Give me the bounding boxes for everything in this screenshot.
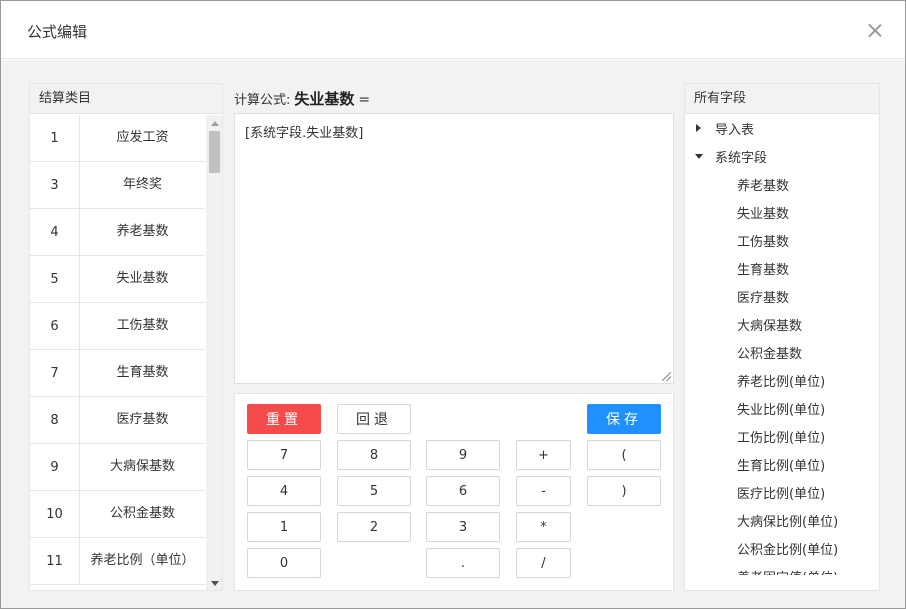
tree-group[interactable]: 导入表 bbox=[685, 114, 879, 142]
scrollbar-thumb[interactable] bbox=[209, 131, 220, 173]
tree-group[interactable]: 系统字段 bbox=[685, 142, 879, 170]
tree-leaf[interactable]: 养老固定值(单位) bbox=[685, 562, 879, 576]
row-name: 养老比例（单位） bbox=[90, 553, 195, 568]
caret-right-icon[interactable] bbox=[694, 123, 704, 133]
tree-leaf[interactable]: 工伤比例(单位) bbox=[685, 422, 879, 450]
table-row[interactable]: 3 年终奖 bbox=[30, 162, 205, 209]
reset-button[interactable]: 重置 bbox=[247, 404, 321, 434]
back-button[interactable]: 回退 bbox=[337, 404, 411, 434]
key-2[interactable]: 2 bbox=[337, 512, 411, 542]
key-0[interactable]: 0 bbox=[247, 548, 321, 578]
tree-leaf[interactable]: 公积金基数 bbox=[685, 338, 879, 366]
table-row[interactable]: 7 生育基数 bbox=[30, 350, 205, 397]
tree-leaf[interactable]: 大病保基数 bbox=[685, 310, 879, 338]
dialog-title: 公式编辑 bbox=[27, 23, 88, 41]
row-name: 养老基数 bbox=[116, 224, 169, 239]
close-icon[interactable] bbox=[863, 19, 887, 43]
keypad: 重置 回退 保存 7 8 9 + ( 4 5 6 - ) 1 2 3 * 0 .… bbox=[234, 393, 674, 591]
dialog-header: 公式编辑 bbox=[1, 1, 905, 59]
tree-leaf[interactable]: 养老比例(单位) bbox=[685, 366, 879, 394]
row-name: 失业基数 bbox=[116, 271, 169, 286]
row-number: 5 bbox=[30, 256, 80, 302]
row-name: 医疗基数 bbox=[116, 412, 169, 427]
table-row[interactable]: 4 养老基数 bbox=[30, 209, 205, 256]
key-dot[interactable]: . bbox=[426, 548, 500, 578]
table-row[interactable]: 10 公积金基数 bbox=[30, 491, 205, 538]
formula-edit-dialog: 公式编辑 结算类目 1 应发工资 3 年终奖 4 养老基数 5 失业基数 6 工伤基数 7 生育基数 8… bbox=[0, 0, 906, 609]
tree-leaf[interactable]: 医疗基数 bbox=[685, 282, 879, 310]
row-number: 8 bbox=[30, 397, 80, 443]
row-number: 7 bbox=[30, 350, 80, 396]
formula-label: 计算公式: 失业基数 = bbox=[234, 88, 370, 109]
fields-panel: 所有字段 导入表 系统字段 养老基数 失业基数 工伤基数 生育基数 医疗基数 大病保基数 公积金… bbox=[684, 83, 880, 591]
category-panel: 结算类目 1 应发工资 3 年终奖 4 养老基数 5 失业基数 6 工伤基数 7 生育基数 8 医疗基数 9… bbox=[29, 83, 223, 591]
tree-leaf[interactable]: 生育比例(单位) bbox=[685, 450, 879, 478]
formula-equals: = bbox=[358, 92, 371, 108]
scroll-down-icon[interactable] bbox=[211, 581, 219, 586]
table-row[interactable]: 5 失业基数 bbox=[30, 256, 205, 303]
key-8[interactable]: 8 bbox=[337, 440, 411, 470]
key-open-paren[interactable]: ( bbox=[587, 440, 661, 470]
row-name: 公积金基数 bbox=[109, 506, 175, 521]
table-row[interactable]: 9 大病保基数 bbox=[30, 444, 205, 491]
table-row[interactable]: 6 工伤基数 bbox=[30, 303, 205, 350]
key-1[interactable]: 1 bbox=[247, 512, 321, 542]
row-number: 11 bbox=[30, 538, 80, 584]
save-button[interactable]: 保存 bbox=[587, 404, 661, 434]
formula-value: [系统字段.失业基数] bbox=[245, 126, 364, 141]
formula-target: 失业基数 bbox=[294, 90, 355, 108]
row-name: 年终奖 bbox=[122, 177, 162, 192]
scroll-up-icon[interactable] bbox=[211, 121, 219, 126]
key-9[interactable]: 9 bbox=[426, 440, 500, 470]
key-5[interactable]: 5 bbox=[337, 476, 411, 506]
row-name: 生育基数 bbox=[116, 365, 169, 380]
tree-leaf[interactable]: 失业基数 bbox=[685, 198, 879, 226]
key-7[interactable]: 7 bbox=[247, 440, 321, 470]
key-4[interactable]: 4 bbox=[247, 476, 321, 506]
tree-group-label: 系统字段 bbox=[715, 150, 768, 166]
key-3[interactable]: 3 bbox=[426, 512, 500, 542]
key-divide[interactable]: / bbox=[516, 548, 571, 578]
tree-leaf[interactable]: 医疗比例(单位) bbox=[685, 478, 879, 506]
key-minus[interactable]: - bbox=[516, 476, 571, 506]
category-panel-title: 结算类目 bbox=[30, 84, 222, 114]
tree-leaf[interactable]: 工伤基数 bbox=[685, 226, 879, 254]
category-scrollbar[interactable] bbox=[206, 115, 222, 590]
formula-textarea[interactable]: [系统字段.失业基数] bbox=[234, 113, 674, 384]
row-number: 9 bbox=[30, 444, 80, 490]
row-number: 4 bbox=[30, 209, 80, 255]
tree-leaf[interactable]: 大病保比例(单位) bbox=[685, 506, 879, 534]
table-row[interactable]: 8 医疗基数 bbox=[30, 397, 205, 444]
caret-down-icon[interactable] bbox=[694, 151, 704, 161]
row-name: 工伤基数 bbox=[116, 318, 169, 333]
row-name: 应发工资 bbox=[116, 130, 169, 145]
row-number: 1 bbox=[30, 115, 80, 161]
tree-leaf[interactable]: 生育基数 bbox=[685, 254, 879, 282]
tree-group-label: 导入表 bbox=[715, 122, 755, 138]
table-row[interactable]: 1 应发工资 bbox=[30, 115, 205, 162]
field-tree: 导入表系统字段养老基数 失业基数 工伤基数 生育基数 医疗基数 大病保基数 公积金基数 养老比… bbox=[685, 114, 879, 575]
category-table: 1 应发工资 3 年终奖 4 养老基数 5 失业基数 6 工伤基数 7 生育基数 8 医疗基数 9 大病保基数… bbox=[30, 115, 205, 585]
key-plus[interactable]: + bbox=[516, 440, 571, 470]
tree-leaf[interactable]: 养老基数 bbox=[685, 170, 879, 198]
key-multiply[interactable]: * bbox=[516, 512, 571, 542]
formula-label-text: 计算公式: bbox=[234, 93, 291, 108]
table-row[interactable]: 11 养老比例（单位） bbox=[30, 538, 205, 585]
dialog-body: 结算类目 1 应发工资 3 年终奖 4 养老基数 5 失业基数 6 工伤基数 7 生育基数 8 医疗基数 9… bbox=[1, 60, 905, 608]
fields-panel-title: 所有字段 bbox=[685, 84, 879, 114]
resize-grip-icon[interactable] bbox=[662, 372, 671, 381]
row-number: 3 bbox=[30, 162, 80, 208]
row-number: 6 bbox=[30, 303, 80, 349]
tree-leaf[interactable]: 失业比例(单位) bbox=[685, 394, 879, 422]
key-6[interactable]: 6 bbox=[426, 476, 500, 506]
row-name: 大病保基数 bbox=[109, 459, 175, 474]
key-close-paren[interactable]: ) bbox=[587, 476, 661, 506]
tree-leaf[interactable]: 公积金比例(单位) bbox=[685, 534, 879, 562]
row-number: 10 bbox=[30, 491, 80, 537]
